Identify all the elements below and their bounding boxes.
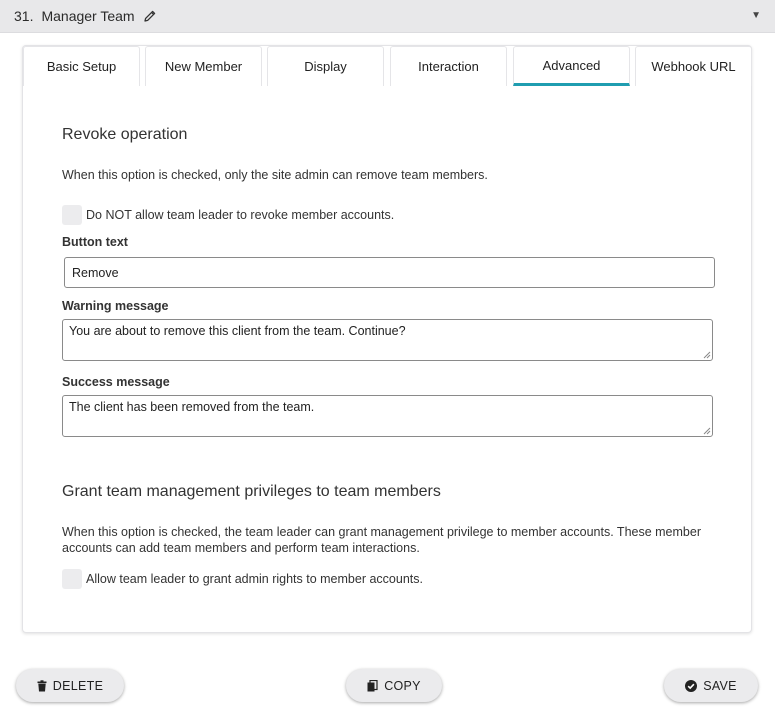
revoke-checkbox[interactable] <box>62 205 82 225</box>
delete-label: DELETE <box>52 678 104 693</box>
save-button[interactable]: SAVE <box>664 669 758 702</box>
button-text-label: Button text <box>62 235 128 249</box>
resize-handle-icon[interactable] <box>703 427 711 435</box>
check-circle-icon <box>685 679 698 692</box>
tab-interaction[interactable]: Interaction <box>390 46 507 86</box>
section-header[interactable]: 31. Manager Team ▼ <box>0 0 775 33</box>
success-message-textarea[interactable]: The client has been removed from the tea… <box>62 395 713 437</box>
revoke-checkbox-row[interactable]: Do NOT allow team leader to revoke membe… <box>62 205 394 225</box>
tab-new-member[interactable]: New Member <box>145 46 262 86</box>
trash-icon <box>37 679 47 692</box>
revoke-description: When this option is checked, only the si… <box>62 168 488 182</box>
tab-advanced[interactable]: Advanced <box>513 46 630 86</box>
success-message-text: The client has been removed from the tea… <box>69 400 315 414</box>
tab-webhook-url[interactable]: Webhook URL <box>635 46 752 86</box>
warning-message-label: Warning message <box>62 299 169 313</box>
section-number: 31. <box>14 8 34 24</box>
section-title: Manager Team <box>41 8 135 24</box>
pencil-icon[interactable] <box>143 9 157 23</box>
button-text-input[interactable]: Remove <box>64 257 715 288</box>
settings-card: Basic Setup New Member Display Interacti… <box>22 45 752 633</box>
warning-message-textarea[interactable]: You are about to remove this client from… <box>62 319 713 361</box>
grant-checkbox[interactable] <box>62 569 82 589</box>
revoke-checkbox-label: Do NOT allow team leader to revoke membe… <box>86 208 395 222</box>
warning-message-text: You are about to remove this client from… <box>69 324 406 338</box>
grant-description: When this option is checked, the team le… <box>62 525 701 555</box>
save-label: SAVE <box>703 678 737 693</box>
copy-icon <box>367 679 378 692</box>
copy-button[interactable]: COPY <box>346 669 442 702</box>
caret-down-icon[interactable]: ▼ <box>751 10 761 21</box>
tab-bar: Basic Setup New Member Display Interacti… <box>23 46 753 86</box>
tab-display[interactable]: Display <box>267 46 384 86</box>
grant-checkbox-label: Allow team leader to grant admin rights … <box>86 572 423 586</box>
grant-title: Grant team management privileges to team… <box>62 483 441 500</box>
resize-handle-icon[interactable] <box>703 351 711 359</box>
tab-basic-setup[interactable]: Basic Setup <box>23 46 140 86</box>
revoke-title: Revoke operation <box>62 126 188 143</box>
delete-button[interactable]: DELETE <box>16 669 124 702</box>
success-message-label: Success message <box>62 375 170 389</box>
grant-checkbox-row[interactable]: Allow team leader to grant admin rights … <box>62 569 423 589</box>
copy-label: COPY <box>384 678 421 693</box>
